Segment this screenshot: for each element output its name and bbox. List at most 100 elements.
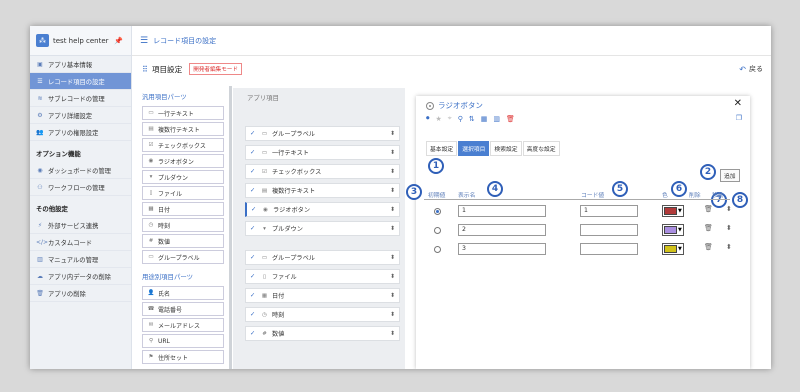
display-name-input[interactable]: 2 [458,224,546,236]
field-label: グループラベル [272,255,315,262]
drag-handle-icon[interactable]: ⬍ [390,168,395,175]
app-field-item[interactable]: ✓ ☑ チェックボックス ⬍ [245,164,400,179]
part-item[interactable]: # 数値 [142,234,224,248]
part-icon: ☎ [147,306,155,312]
sidebar-item[interactable]: ⚡ 外部サービス連携 [30,217,131,234]
annotation-5: 5 [612,181,628,197]
add-option-button[interactable]: 追加 [720,169,740,182]
close-icon[interactable]: ✕ [734,98,742,109]
tab-1[interactable]: 選択項目 [458,141,490,156]
app-field-item[interactable]: ✓ ▭ グループラベル ⬍ [245,250,400,265]
part-item[interactable]: ▦ 日付 [142,202,224,216]
part-item[interactable]: 👤 氏名 [142,286,224,300]
search-icon[interactable]: ⚲ [458,115,463,123]
part-icon: ◉ [148,158,154,164]
columns-icon[interactable]: ▥ [493,115,500,123]
part-item[interactable]: ◷ 時刻 [142,218,224,232]
default-radio[interactable] [434,246,441,253]
trash-icon[interactable]: 🗑 [704,243,713,251]
part-item[interactable]: ▭ 一行テキスト [142,106,224,120]
display-name-input[interactable]: 1 [458,205,546,217]
app-name[interactable]: test help center [53,37,109,45]
drag-handle-icon[interactable]: ⬍ [390,206,395,213]
part-item[interactable]: ⚲ URL [142,334,224,348]
star-icon[interactable]: ★ [436,115,442,123]
app-field-item[interactable]: ✓ ▦ 日付 ⬍ [245,288,400,303]
part-item[interactable]: ✉ メールアドレス [142,318,224,332]
move-icon[interactable]: ⬍ [726,205,732,213]
delete-icon[interactable]: 🗑 [506,115,515,123]
default-radio[interactable] [434,227,441,234]
mode-badge: 開発者編集モード [189,63,242,75]
part-item[interactable]: ⚑ 住所セット [142,350,224,364]
drag-handle-icon[interactable]: ⬍ [390,273,395,280]
part-item[interactable]: ▾ プルダウン [142,170,224,184]
sort-icon[interactable]: ⇅ [469,115,475,123]
tag-icon[interactable]: ⌖ [448,114,452,123]
field-label: ラジオボタン [273,207,311,214]
sidebar-item[interactable]: ⚙ アプリ詳細設定 [30,107,131,124]
drag-handle-icon[interactable]: ⬍ [390,292,395,299]
toggle-icon[interactable]: ⏺ [426,114,430,123]
sidebar-item[interactable]: ▣ アプリ基本情報 [30,56,131,73]
radio-icon [426,101,434,110]
code-input[interactable] [580,224,638,236]
part-item[interactable]: ▯ ファイル [142,186,224,200]
back-button[interactable]: ↶ 戻る [739,64,763,74]
app-field-item[interactable]: ✓ ▭ グループラベル ⬍ [245,126,400,141]
copy-icon[interactable]: ❐ [736,114,742,122]
sidebar-item-label: アプリ内データの削除 [48,273,111,281]
app-field-item[interactable]: ✓ ◉ ラジオボタン ⬍ [245,202,400,217]
pin-icon[interactable]: 📌 [114,37,123,45]
app-field-item[interactable]: ✓ ▾ プルダウン ⬍ [245,221,400,236]
part-item[interactable]: ▤ 複数行テキスト [142,122,224,136]
drag-handle-icon[interactable]: ⬍ [390,187,395,194]
code-input[interactable]: 1 [580,205,638,217]
move-icon[interactable]: ⬍ [726,224,732,232]
part-item[interactable]: ◉ ラジオボタン [142,154,224,168]
field-label: 一行テキスト [272,150,309,157]
sidebar-item[interactable]: </> カスタムコード [30,234,131,251]
part-item[interactable]: ▭ グループラベル [142,250,224,264]
trash-icon[interactable]: 🗑 [704,205,713,213]
menu-icon[interactable]: ☰ [140,36,148,46]
app-field-item[interactable]: ✓ ▤ 複数行テキスト ⬍ [245,183,400,198]
color-picker[interactable]: ▼ [662,205,684,217]
color-picker[interactable]: ▼ [662,243,684,255]
app-field-item[interactable]: ✓ ▭ 一行テキスト ⬍ [245,145,400,160]
sidebar-item[interactable]: ☰ レコード項目の設定 [30,73,131,90]
drag-handle-icon[interactable]: ⬍ [390,254,395,261]
part-item[interactable]: ☑ チェックボックス [142,138,224,152]
sidebar-item-label: アプリ詳細設定 [48,112,93,120]
app-field-item[interactable]: ✓ ◷ 時刻 ⬍ [245,307,400,322]
code-input[interactable] [580,243,638,255]
sidebar-item[interactable]: ☁ アプリ内データの削除 [30,268,131,285]
move-icon[interactable]: ⬍ [726,243,732,251]
back-arrow-icon: ↶ [739,64,746,74]
sidebar-item[interactable]: 👥 アプリの権限設定 [30,124,131,141]
tab-2[interactable]: 検索設定 [490,141,522,156]
drag-handle-icon[interactable]: ⬍ [390,149,395,156]
display-name-input[interactable]: 3 [458,243,546,255]
part-item[interactable]: ☎ 電話番号 [142,302,224,316]
drag-handle-icon[interactable]: ⬍ [390,311,395,318]
sidebar-item[interactable]: 🗑 アプリの削除 [30,285,131,302]
app-field-item[interactable]: ✓ # 数値 ⬍ [245,326,400,341]
color-swatch [664,207,677,215]
part-icon: ▭ [148,110,154,116]
drag-handle-icon[interactable]: ⬍ [390,225,395,232]
chevron-down-icon: ▼ [678,227,682,233]
tab-3[interactable]: 高度な設定 [522,141,560,156]
sidebar-item[interactable]: ≋ サブレコードの管理 [30,90,131,107]
drag-handle-icon[interactable]: ⬍ [390,330,395,337]
color-picker[interactable]: ▼ [662,224,684,236]
sidebar-item[interactable]: ▥ マニュアルの管理 [30,251,131,268]
trash-icon[interactable]: 🗑 [704,224,713,232]
sidebar-item[interactable]: ◉ ダッシュボードの管理 [30,162,131,179]
default-radio[interactable] [434,208,441,215]
table-icon[interactable]: ▦ [481,115,488,123]
app-field-item[interactable]: ✓ ▯ ファイル ⬍ [245,269,400,284]
drag-handle-icon[interactable]: ⬍ [390,130,395,137]
sidebar-item[interactable]: ⚇ ワークフローの管理 [30,179,131,196]
tab-0[interactable]: 基本設定 [426,141,458,156]
